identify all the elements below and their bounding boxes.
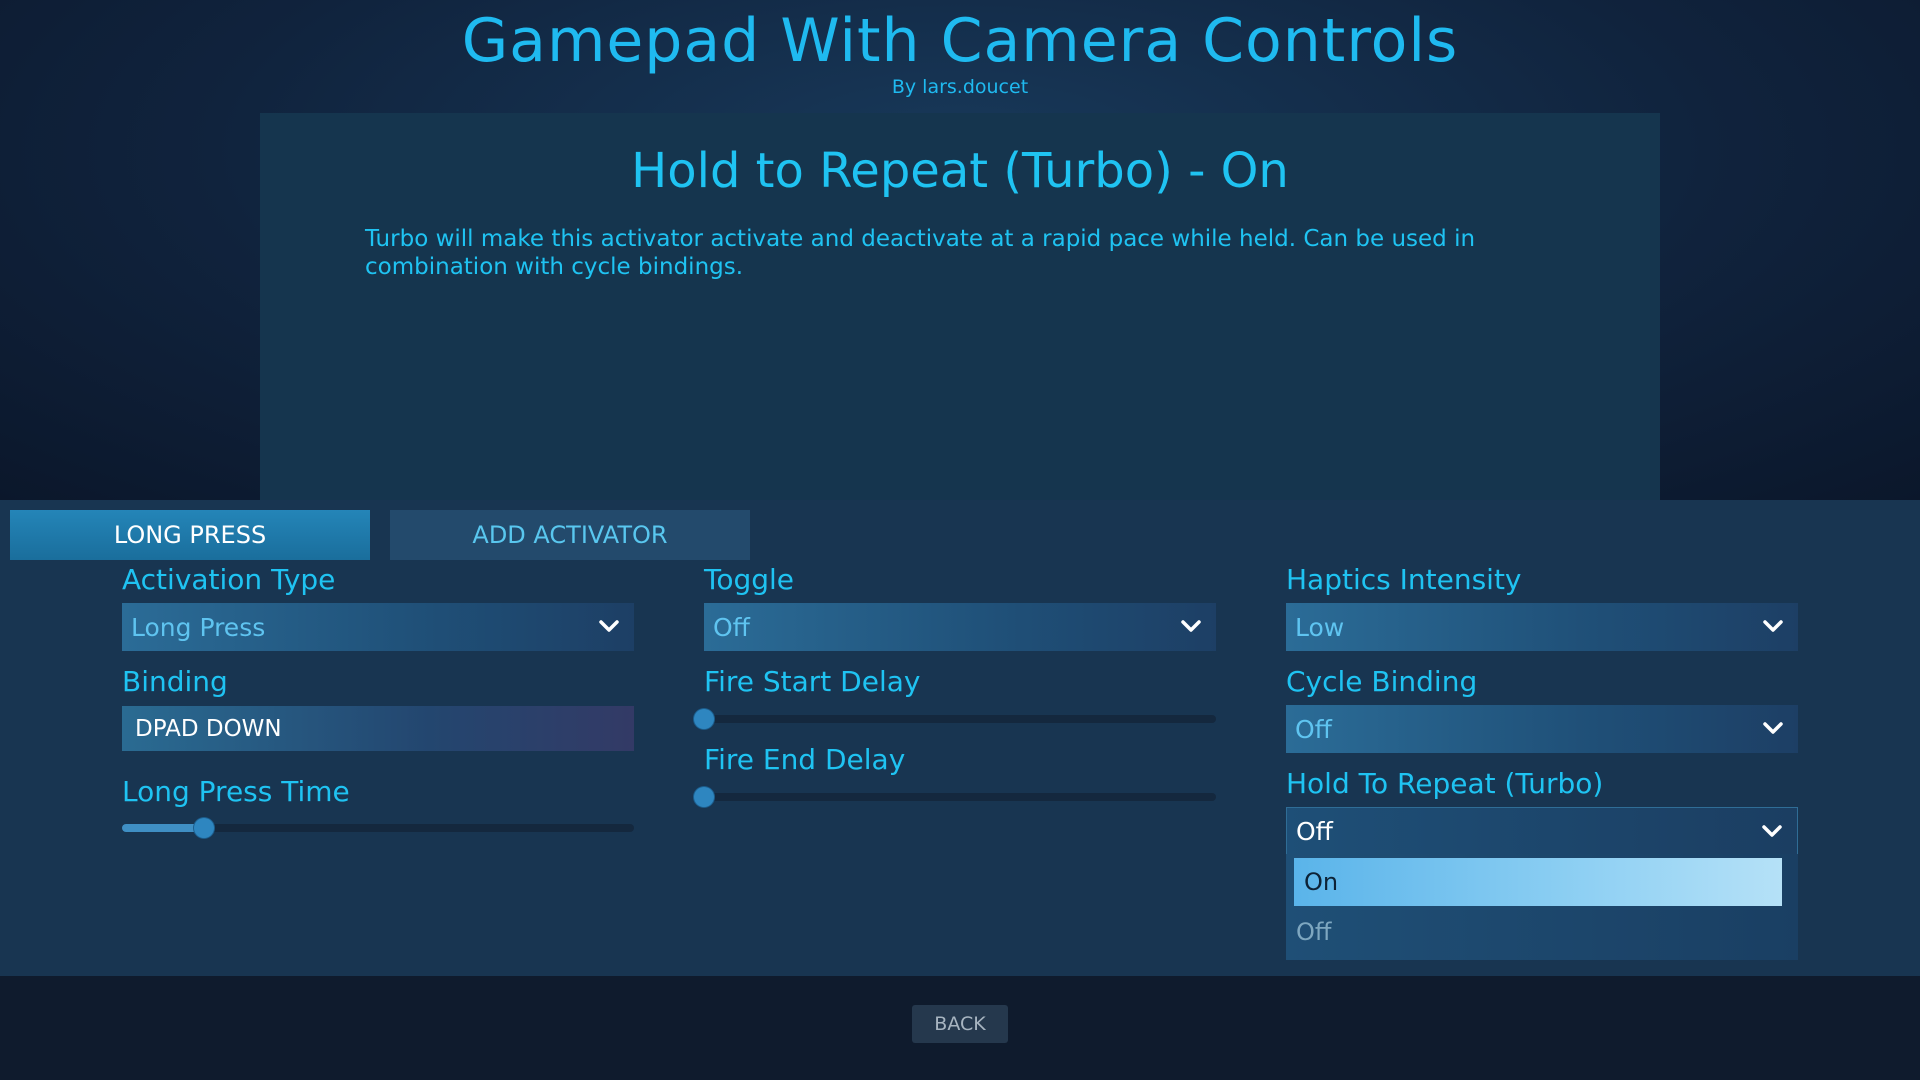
menu-option-label: On bbox=[1304, 868, 1339, 896]
back-label: BACK bbox=[934, 1013, 986, 1035]
dropdown-value: Low bbox=[1295, 612, 1345, 642]
tab-long-press[interactable]: LONG PRESS bbox=[10, 510, 370, 560]
slider-fill bbox=[122, 824, 204, 832]
fire-end-delay-label: Fire End Delay bbox=[704, 743, 906, 776]
tab-add-activator[interactable]: ADD ACTIVATOR bbox=[390, 510, 750, 560]
cycle-binding-dropdown[interactable]: Off bbox=[1286, 705, 1798, 753]
chevron-down-icon bbox=[1762, 825, 1782, 837]
config-author: By lars.doucet bbox=[891, 76, 1029, 98]
dropdown-value: Off bbox=[1295, 714, 1332, 744]
info-title: Hold to Repeat (Turbo) - On bbox=[631, 143, 1289, 199]
hold-to-repeat-label: Hold To Repeat (Turbo) bbox=[1286, 767, 1604, 800]
chevron-down-icon bbox=[1181, 620, 1201, 632]
dropdown-value: Off bbox=[713, 612, 750, 642]
slider-thumb[interactable] bbox=[193, 818, 214, 838]
menu-option-on[interactable]: On bbox=[1294, 858, 1782, 906]
haptics-intensity-dropdown[interactable]: Low bbox=[1286, 603, 1798, 651]
long-press-time-slider[interactable] bbox=[122, 818, 634, 838]
dropdown-value: Off bbox=[1296, 816, 1333, 846]
haptics-intensity-label: Haptics Intensity bbox=[1286, 563, 1522, 596]
chevron-down-icon bbox=[599, 620, 619, 632]
dropdown-value: Long Press bbox=[131, 612, 266, 642]
menu-option-off[interactable]: Off bbox=[1286, 908, 1774, 956]
fire-start-delay-slider[interactable] bbox=[694, 709, 1216, 729]
back-button[interactable]: BACK bbox=[912, 1005, 1008, 1043]
hold-to-repeat-menu: On Off bbox=[1286, 854, 1798, 960]
tab-label: LONG PRESS bbox=[113, 521, 267, 549]
chevron-down-icon bbox=[1763, 722, 1783, 734]
long-press-time-label: Long Press Time bbox=[122, 775, 350, 808]
info-panel: Hold to Repeat (Turbo) - On Turbo will m… bbox=[260, 113, 1660, 500]
activation-type-dropdown[interactable]: Long Press bbox=[122, 603, 634, 651]
slider-thumb[interactable] bbox=[694, 787, 714, 807]
fire-start-delay-label: Fire Start Delay bbox=[704, 665, 921, 698]
tab-label: ADD ACTIVATOR bbox=[472, 521, 668, 549]
activation-type-label: Activation Type bbox=[122, 563, 336, 596]
info-description: Turbo will make this activator activate … bbox=[365, 226, 1476, 280]
binding-value: DPAD DOWN bbox=[135, 715, 282, 742]
binding-button[interactable]: DPAD DOWN bbox=[122, 706, 634, 751]
toggle-label: Toggle bbox=[704, 563, 795, 596]
config-title: Gamepad With Camera Controls bbox=[461, 6, 1459, 76]
chevron-down-icon bbox=[1763, 620, 1783, 632]
toggle-dropdown[interactable]: Off bbox=[704, 603, 1216, 651]
hold-to-repeat-dropdown[interactable]: Off bbox=[1286, 807, 1798, 855]
binding-label: Binding bbox=[122, 665, 228, 698]
cycle-binding-label: Cycle Binding bbox=[1286, 665, 1478, 698]
slider-thumb[interactable] bbox=[694, 709, 714, 729]
menu-option-label: Off bbox=[1296, 918, 1332, 946]
fire-end-delay-slider[interactable] bbox=[694, 787, 1216, 807]
